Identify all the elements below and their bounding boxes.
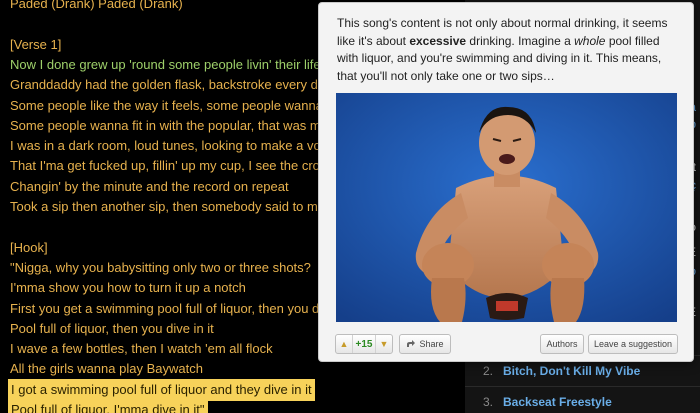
lyric-line: [Verse 1] (10, 36, 62, 52)
annotation-bold-word: excessive (409, 33, 467, 48)
leave-suggestion-button[interactable]: Leave a suggestion (588, 334, 678, 354)
lyric-line-highlighted[interactable]: Pool full of liquor, I'mma dive in it" (8, 399, 208, 413)
lyric-line: All the girls wanna play Baywatch (10, 361, 203, 377)
lyric-line[interactable]: Now I done grew up 'round some people li… (10, 54, 321, 76)
share-label: Share (419, 339, 444, 349)
annotation-italic-word: whole (574, 33, 606, 48)
annotation-text: This song's content is not only about no… (337, 15, 682, 85)
lyric-line: Some people like the way it feels, some … (10, 97, 323, 113)
track-number: 2. (483, 364, 494, 378)
annotation-text-part: drinking. Imagine a (466, 33, 575, 48)
lyric-line: First you get a swimming pool full of li… (10, 300, 320, 316)
lyric-line: Granddaddy had the golden flask, backstr… (10, 77, 318, 93)
lyric-line: I'mma show you how to turn it up a notch (10, 280, 246, 296)
lyric-line: I wave a few bottles, then I watch 'em a… (10, 341, 273, 357)
share-button[interactable]: Share (399, 334, 451, 354)
downvote-icon[interactable]: ▼ (376, 335, 392, 353)
lyric-line: "Nigga, why you babysitting only two or … (10, 259, 311, 275)
lyric-line-highlighted[interactable]: I got a swimming pool full of liquor and… (8, 378, 315, 401)
tracklist-item[interactable]: 3. Backseat Freestyle (465, 386, 700, 413)
lyric-line: [Hook] (10, 239, 48, 255)
lyric-line: Some people wanna fit in with the popula… (10, 117, 328, 133)
lyric-line: Changin' by the minute and the record on… (10, 178, 289, 194)
vote-widget: ▲ +15 ▼ (335, 334, 393, 354)
track-link[interactable]: Backseat Freestyle (503, 395, 612, 409)
lyric-line: I was in a dark room, loud tunes, lookin… (10, 138, 321, 154)
tracklist: 2. Bitch, Don't Kill My Vibe 3. Backseat… (465, 355, 700, 413)
lyric-line: Took a sip then another sip, then somebo… (10, 199, 326, 214)
annotation-controls: ▲ +15 ▼ Share Authors Leave a suggestion (335, 334, 681, 354)
track-number: 3. (483, 395, 494, 409)
annotation-image (336, 93, 677, 322)
annotation-popup: This song's content is not only about no… (318, 2, 694, 362)
lyric-line: Paded (Drank) Paded (Drank) (10, 0, 183, 11)
upvote-icon[interactable]: ▲ (336, 335, 352, 353)
authors-button[interactable]: Authors (540, 334, 584, 354)
lyric-line: That I'ma get fucked up, fillin' up my c… (10, 158, 320, 174)
track-link[interactable]: Bitch, Don't Kill My Vibe (503, 364, 640, 378)
vote-score: +15 (352, 335, 376, 353)
lyric-line: Pool full of liquor, then you dive in it (10, 320, 214, 336)
share-icon (407, 340, 416, 347)
diver-photo (336, 93, 677, 322)
